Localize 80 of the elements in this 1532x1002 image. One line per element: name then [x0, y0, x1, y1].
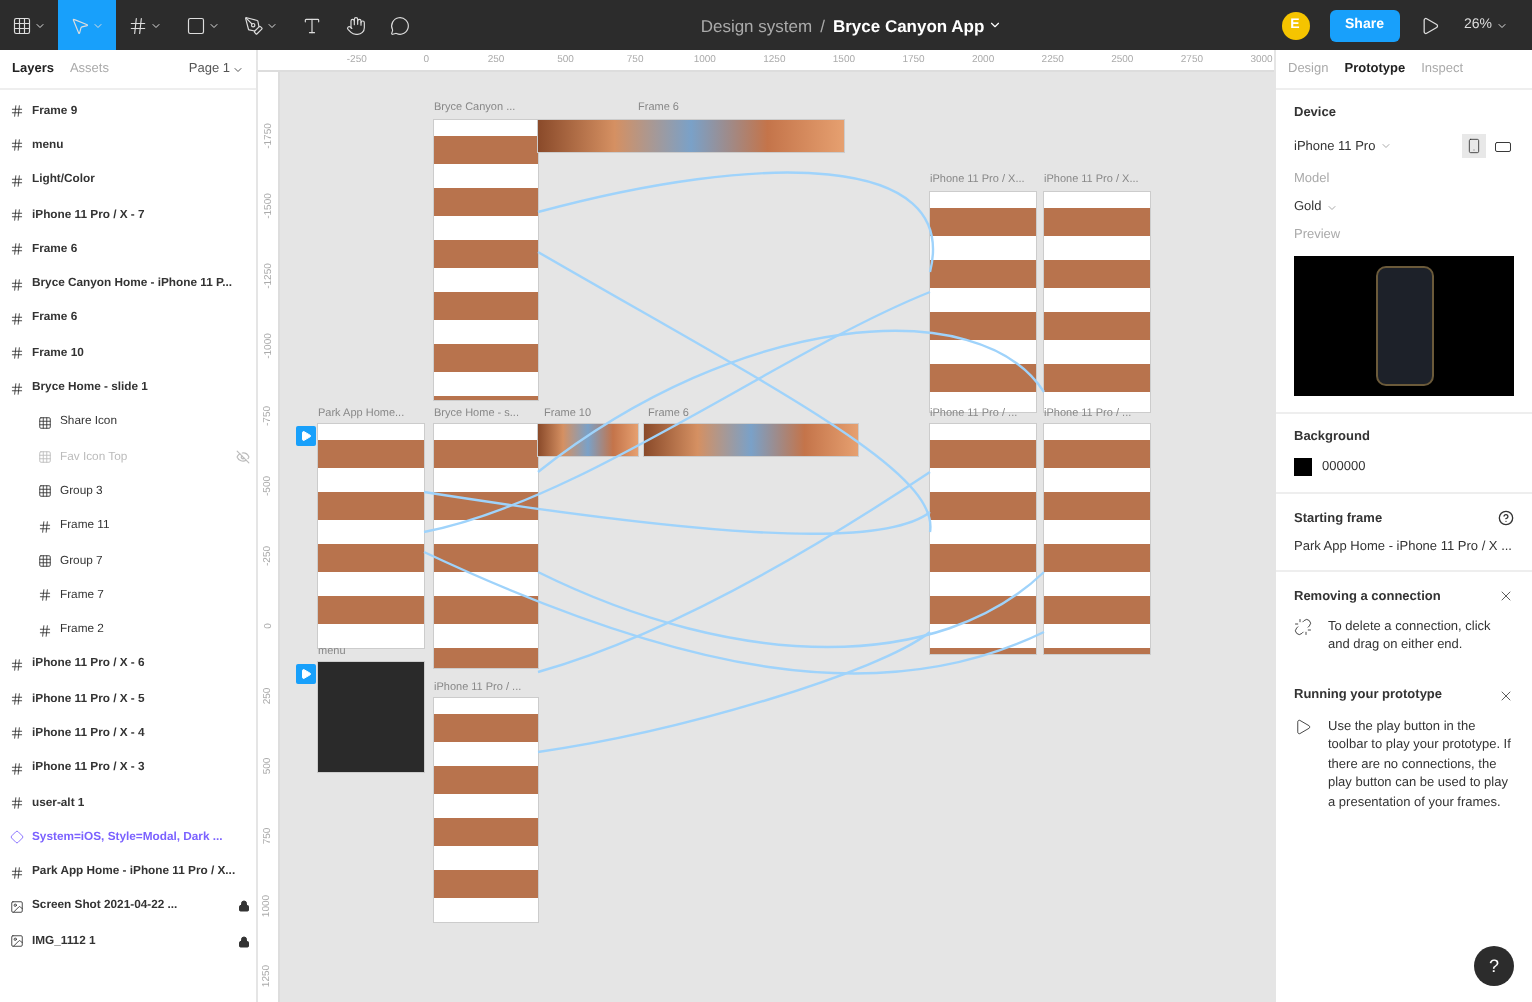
screen-frame[interactable] — [930, 424, 1036, 654]
hand-icon — [346, 15, 366, 35]
frame-icon — [38, 588, 52, 603]
frame-icon — [10, 865, 24, 880]
image-icon — [10, 899, 24, 914]
connection-line[interactable] — [423, 290, 931, 534]
landscape-icon — [1493, 137, 1511, 155]
file-name[interactable]: Bryce Canyon App — [832, 15, 1003, 35]
screen-frame[interactable] — [434, 698, 538, 922]
caret-icon — [988, 18, 1003, 32]
frame-icon — [10, 138, 24, 153]
group-icon — [38, 484, 52, 499]
help-button[interactable]: ? — [1474, 946, 1514, 986]
group-icon — [38, 450, 52, 465]
frame-icon — [10, 381, 24, 396]
caret-icon — [150, 19, 162, 31]
move-icon — [70, 15, 90, 35]
frame-icon — [10, 346, 24, 361]
frame-icon — [10, 277, 24, 292]
connection-line[interactable] — [537, 250, 932, 533]
screen-frame[interactable] — [434, 424, 538, 668]
close-icon[interactable] — [1498, 588, 1514, 604]
banner-frame[interactable] — [538, 424, 638, 456]
starting-point-icon[interactable] — [296, 426, 316, 446]
caret-icon — [1325, 201, 1338, 213]
phone-icon — [1466, 138, 1482, 154]
hidden-icon[interactable] — [236, 450, 250, 465]
frame-icon — [10, 208, 24, 223]
path-separator: / — [820, 15, 825, 35]
frame-icon — [38, 519, 52, 534]
frame-icon — [10, 242, 24, 257]
lock-icon[interactable] — [238, 935, 250, 948]
comment-icon — [390, 15, 410, 35]
group-icon — [38, 554, 52, 568]
play-icon[interactable] — [1419, 15, 1440, 35]
color-swatch[interactable] — [1294, 458, 1312, 476]
frame-icon — [38, 623, 52, 638]
caret-icon — [1379, 140, 1392, 152]
frame-icon — [10, 796, 24, 811]
connection-line[interactable] — [423, 490, 931, 535]
connection-line[interactable] — [537, 329, 1045, 473]
lock-icon[interactable] — [238, 900, 250, 913]
shape-icon — [186, 15, 206, 35]
screen-frame[interactable] — [434, 120, 538, 400]
screen-frame[interactable] — [930, 192, 1036, 412]
main-menu-icon — [12, 15, 32, 35]
frame-icon — [10, 726, 24, 741]
phone-icon — [1375, 266, 1433, 386]
frame-icon — [10, 657, 24, 672]
component-icon — [10, 830, 24, 845]
frame-icon — [10, 692, 24, 707]
banner-frame[interactable] — [538, 120, 844, 152]
connection-line[interactable] — [423, 550, 1045, 675]
frame-icon — [10, 761, 24, 776]
screen-frame[interactable] — [318, 424, 424, 648]
caret-icon — [34, 19, 46, 31]
pen-icon — [244, 15, 264, 35]
caret-icon — [92, 19, 104, 31]
help-icon[interactable] — [1498, 510, 1514, 526]
play-icon — [1294, 717, 1312, 736]
screen-frame[interactable] — [1044, 192, 1150, 412]
project-name[interactable]: Design system — [700, 15, 813, 35]
frame-icon — [10, 311, 24, 326]
caret-icon — [232, 63, 244, 75]
unlink-icon — [1294, 618, 1312, 636]
group-icon — [38, 415, 52, 430]
caret-icon — [208, 19, 220, 31]
banner-frame[interactable] — [644, 424, 858, 456]
connection-line[interactable] — [537, 570, 1045, 649]
text-icon — [302, 15, 322, 35]
close-icon[interactable] — [1498, 687, 1514, 704]
caret-icon — [1496, 19, 1508, 31]
starting-point-icon[interactable] — [296, 664, 316, 684]
screen-frame[interactable] — [1044, 424, 1150, 654]
image-icon — [10, 934, 24, 949]
frame-icon — [128, 15, 148, 35]
frame-icon — [10, 173, 24, 188]
frame-icon — [10, 104, 24, 119]
portrait-button[interactable] — [1462, 134, 1486, 158]
caret-icon — [266, 19, 278, 31]
